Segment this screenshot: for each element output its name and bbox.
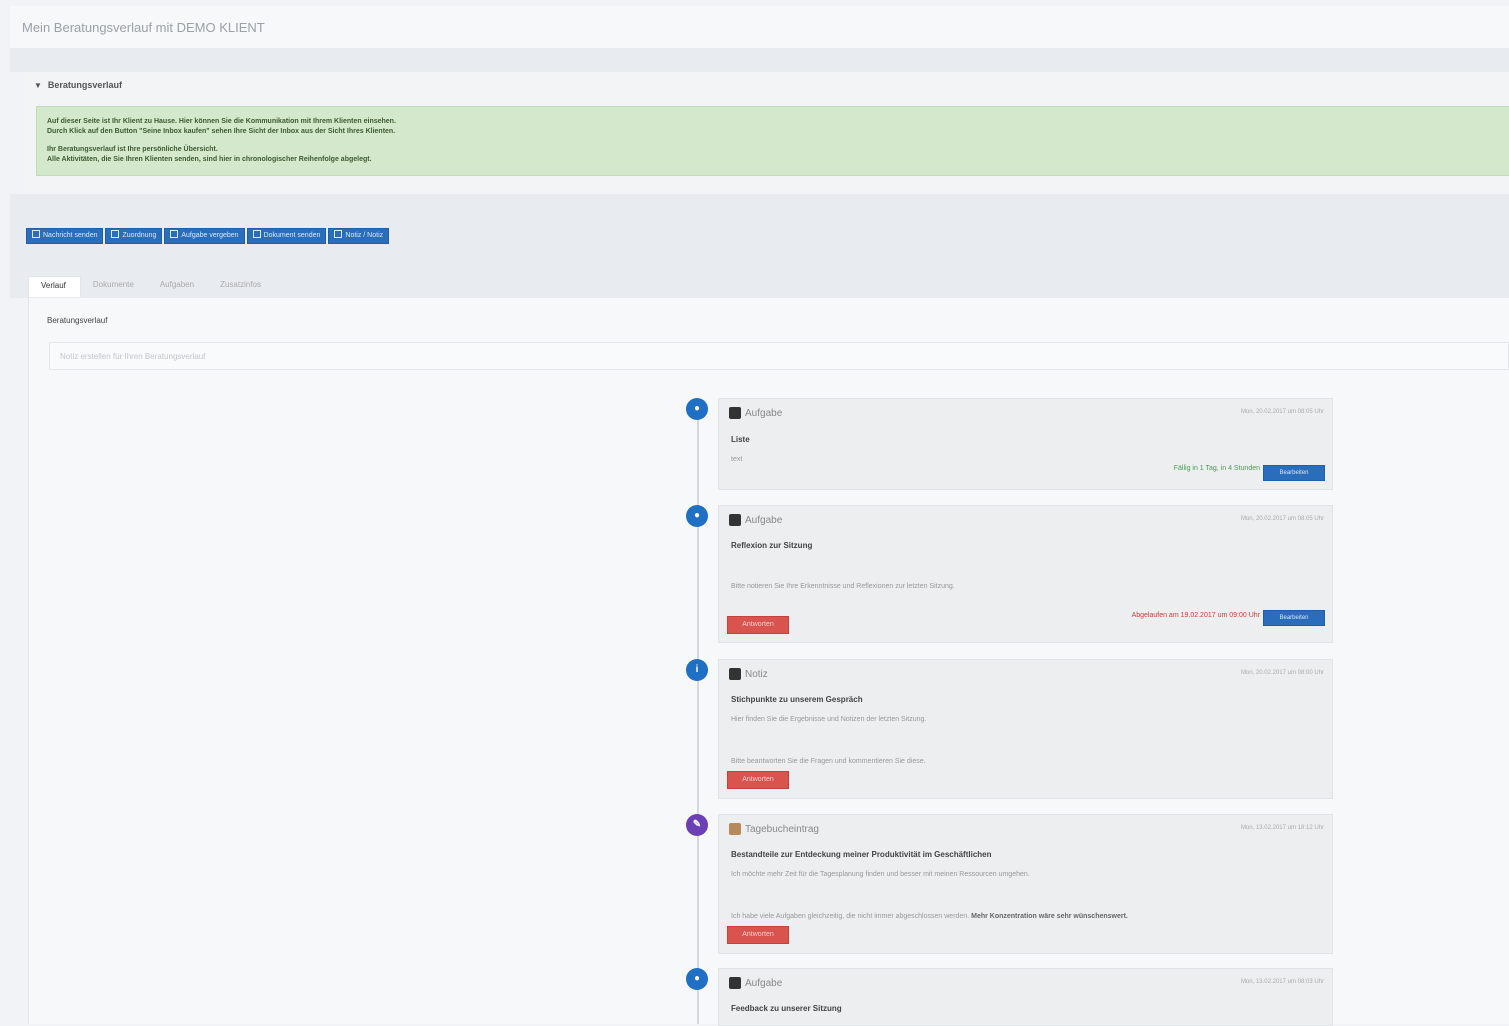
avatar	[729, 514, 741, 526]
card-title: Liste	[731, 435, 750, 444]
card-text: Bitte notieren Sie Ihre Erkenntnisse und…	[731, 583, 955, 590]
send-message-button[interactable]: Nachricht senden	[26, 228, 104, 244]
card-text: text	[731, 456, 743, 463]
card-title: Feedback zu unserer Sitzung	[731, 1004, 842, 1013]
reply-button[interactable]: Antworten	[727, 926, 789, 944]
edit-button[interactable]: Bearbeiten	[1263, 610, 1325, 626]
avatar	[729, 668, 741, 680]
info-panel-title: Beratungsverlauf	[47, 80, 122, 90]
envelope-icon	[32, 230, 40, 238]
document-icon	[252, 230, 261, 238]
info-panel: ▼ Beratungsverlauf Auf dieser Seite ist I…	[24, 72, 1509, 192]
reply-button[interactable]: Antworten	[727, 616, 789, 634]
avatar	[729, 407, 741, 419]
header-band	[10, 48, 1509, 72]
notes-label: Beratungsverlauf	[47, 316, 108, 325]
info-icon: i	[686, 659, 708, 681]
pen-icon: ✎	[686, 814, 708, 836]
card-text: Hier finden Sie die Ergebnisse und Notiz…	[731, 716, 927, 723]
avatar	[729, 977, 741, 989]
timeline-card: Tagebucheintrag Mon, 13.02.2017 um 18:12…	[718, 814, 1333, 954]
timeline-card: Aufgabe Mon, 20.02.2017 um 08:05 Uhr Ref…	[718, 505, 1333, 643]
chat-icon: ●	[686, 398, 708, 420]
card-text-bold: Mehr Konzentration wäre sehr wünschenswe…	[971, 913, 1128, 920]
card-type: Notiz	[745, 668, 768, 680]
card-type: Aufgabe	[745, 407, 783, 419]
edit-button[interactable]: Bearbeiten	[1263, 465, 1325, 481]
info-line: Durch Klick auf den Button "Seine Inbox …	[47, 128, 396, 135]
card-date: Mon, 20.02.2017 um 08:05 Uhr	[1240, 516, 1324, 522]
note-button[interactable]: Notiz / Notiz	[328, 228, 390, 244]
reply-button[interactable]: Antworten	[727, 771, 789, 789]
timeline-line	[697, 410, 699, 1024]
timeline-card: Aufgabe Mon, 20.02.2017 um 08:05 Uhr Lis…	[718, 398, 1333, 490]
timeline-card: Aufgabe Mon, 13.02.2017 um 08:03 Uhr Fee…	[718, 968, 1333, 1026]
chat-icon: ●	[686, 968, 708, 990]
page-header: Mein Beratungsverlauf mit DEMO KLIENT	[10, 6, 1509, 49]
chat-icon	[170, 230, 179, 238]
tab-bar: Verlauf Dokumente Aufgaben Zusatzinfos	[28, 276, 275, 297]
assign-task-button[interactable]: Aufgabe vergeben	[164, 228, 245, 244]
status-text: Abgelaufen am 19.02.2017 um 09:00 Uhr	[1131, 612, 1260, 619]
card-text-secondary: Bitte beantworten Sie die Fragen und kom…	[731, 758, 926, 765]
card-text-secondary: Ich habe viele Aufgaben gleichzeitig, di…	[731, 913, 1128, 920]
tab-verlauf[interactable]: Verlauf	[28, 276, 81, 297]
info-line: Auf dieser Seite ist Ihr Klient zu Hause…	[47, 118, 396, 125]
timeline-card: Notiz Mon, 20.02.2017 um 08:00 Uhr Stich…	[718, 659, 1333, 799]
card-title: Stichpunkte zu unserem Gespräch	[731, 695, 863, 704]
link-icon	[111, 230, 120, 238]
notes-input[interactable]: Notiz erstellen für Ihren Beratungsverla…	[49, 342, 1509, 370]
card-type: Aufgabe	[745, 977, 783, 989]
page-title: Mein Beratungsverlauf mit DEMO KLIENT	[22, 20, 265, 35]
avatar	[729, 823, 741, 835]
info-panel-header[interactable]: ▼ Beratungsverlauf	[34, 80, 122, 90]
card-type: Aufgabe	[745, 514, 783, 526]
card-title: Bestandteile zur Entdeckung meiner Produ…	[731, 850, 992, 859]
info-alert: Auf dieser Seite ist Ihr Klient zu Hause…	[36, 106, 1509, 176]
send-document-button[interactable]: Dokument senden	[246, 228, 327, 244]
edit-icon	[334, 230, 343, 238]
info-line: Ihr Beratungsverlauf ist Ihre persönlich…	[47, 146, 218, 153]
status-text: Fällig in 1 Tag, in 4 Stunden	[1173, 465, 1260, 472]
caret-down-icon[interactable]: ▼	[34, 81, 42, 90]
info-line: Alle Aktivitäten, die Sie Ihren Klienten…	[47, 156, 372, 163]
card-type: Tagebucheintrag	[745, 823, 819, 835]
tab-zusatzinfos[interactable]: Zusatzinfos	[208, 276, 275, 296]
card-date: Mon, 20.02.2017 um 08:05 Uhr	[1240, 409, 1324, 415]
chat-icon: ●	[686, 505, 708, 527]
card-date: Mon, 13.02.2017 um 18:12 Uhr	[1240, 825, 1324, 831]
assign-button[interactable]: Zuordnung	[105, 228, 163, 244]
card-date: Mon, 13.02.2017 um 08:03 Uhr	[1240, 979, 1324, 985]
tab-aufgaben[interactable]: Aufgaben	[148, 276, 208, 296]
card-date: Mon, 20.02.2017 um 08:00 Uhr	[1240, 670, 1324, 676]
tab-dokumente[interactable]: Dokumente	[81, 276, 148, 296]
card-text: Ich möchte mehr Zeit für die Tagesplanun…	[731, 871, 1030, 878]
card-title: Reflexion zur Sitzung	[731, 541, 813, 550]
